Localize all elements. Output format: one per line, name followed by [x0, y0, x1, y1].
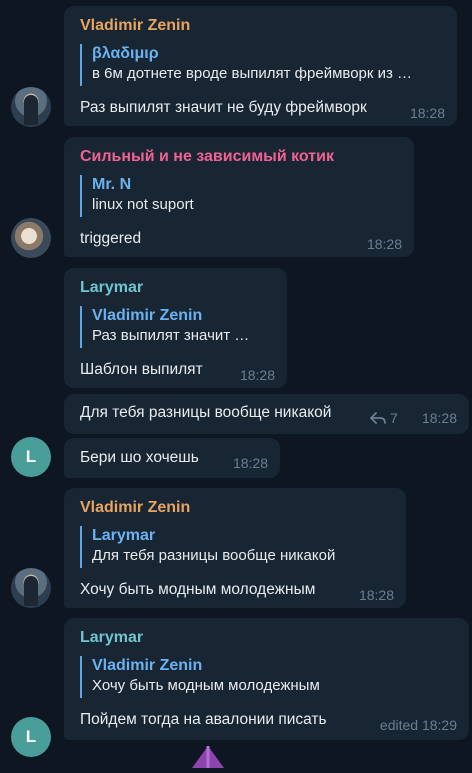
emoji-sticker-icon: [192, 746, 224, 768]
avatar-figure: [24, 576, 38, 606]
reply-preview[interactable]: Vladimir Zenin Хочу быть модным молодежн…: [80, 656, 380, 698]
reply-text: linux not suport: [92, 196, 194, 213]
reply-text: Для тебя разницы вообще никакой: [92, 547, 336, 564]
avatar-vladimir[interactable]: [11, 568, 51, 608]
avatar-kotik[interactable]: [11, 218, 51, 258]
reply-author: Vladimir Zenin: [92, 657, 203, 674]
message-bubble[interactable]: Сильный и не зависимый котик Mr. N linux…: [64, 137, 414, 257]
avatar-larymar[interactable]: L: [11, 717, 51, 757]
avatar-figure: [24, 95, 38, 125]
reply-text: Раз выпилят значит …: [92, 327, 250, 344]
message-time: 18:28: [409, 105, 445, 121]
replies-counter[interactable]: 7: [370, 408, 398, 428]
message-bubble[interactable]: Для тебя разницы вообще никакой 7 18:28: [64, 394, 469, 434]
message-bubble[interactable]: Vladimir Zenin Larymar Для тебя разницы …: [64, 488, 406, 608]
sender-name[interactable]: Vladimir Zenin: [80, 17, 190, 35]
message-text: Пойдем тогда на авалонии писать: [80, 711, 327, 728]
sender-name[interactable]: Larymar: [80, 279, 143, 297]
message-text: Для тебя разницы вообще никакой: [80, 404, 332, 421]
scroll-down-button[interactable]: [188, 742, 228, 768]
message-bubble[interactable]: Larymar Vladimir Zenin Раз выпилят значи…: [64, 268, 287, 388]
reply-author: Mr. N: [92, 176, 132, 193]
message-text: Шаблон выпилят: [80, 361, 203, 378]
message-bubble[interactable]: Larymar Vladimir Zenin Хочу быть модным …: [64, 618, 469, 740]
message-time: 18:28: [239, 367, 275, 383]
sender-name[interactable]: Сильный и не зависимый котик: [80, 148, 334, 166]
reply-preview[interactable]: βλαδιμιρ в 6м дотнете вроде выпилят фрей…: [80, 44, 445, 86]
reply-author: βλαδιμιρ: [92, 45, 159, 62]
reply-preview[interactable]: Vladimir Zenin Раз выпилят значит …: [80, 306, 270, 348]
replies-count: 7: [390, 410, 398, 426]
message-time: 18:28: [232, 455, 268, 471]
message-text: Бери шо хочешь: [80, 449, 199, 466]
message-text: Раз выпилят значит не буду фреймворк: [80, 99, 367, 116]
reply-text: в 6м дотнете вроде выпилят фреймворк из …: [92, 65, 413, 82]
reply-preview[interactable]: Mr. N linux not suport: [80, 175, 280, 217]
reply-author: Larymar: [92, 527, 156, 544]
message-time: 18:28: [358, 587, 394, 603]
avatar-vladimir[interactable]: [11, 87, 51, 127]
message-text: Хочу быть модным молодежным: [80, 581, 316, 598]
message-text: triggered: [80, 230, 142, 247]
sender-name[interactable]: Larymar: [80, 629, 143, 647]
reply-text: Хочу быть модным молодежным: [92, 677, 320, 694]
reply-preview[interactable]: Larymar Для тебя разницы вообще никакой: [80, 526, 380, 568]
message-time: 18:28: [366, 236, 402, 252]
sender-name[interactable]: Vladimir Zenin: [80, 499, 190, 517]
message-time: 18:28: [421, 410, 457, 426]
message-bubble[interactable]: Vladimir Zenin βλαδιμιρ в 6м дотнете вро…: [64, 6, 457, 126]
reply-author: Vladimir Zenin: [92, 307, 203, 324]
reply-arrow-icon: [370, 412, 386, 424]
avatar-larymar[interactable]: L: [11, 437, 51, 477]
message-time: edited 18:29: [379, 717, 457, 733]
message-bubble[interactable]: Бери шо хочешь 18:28: [64, 438, 280, 478]
